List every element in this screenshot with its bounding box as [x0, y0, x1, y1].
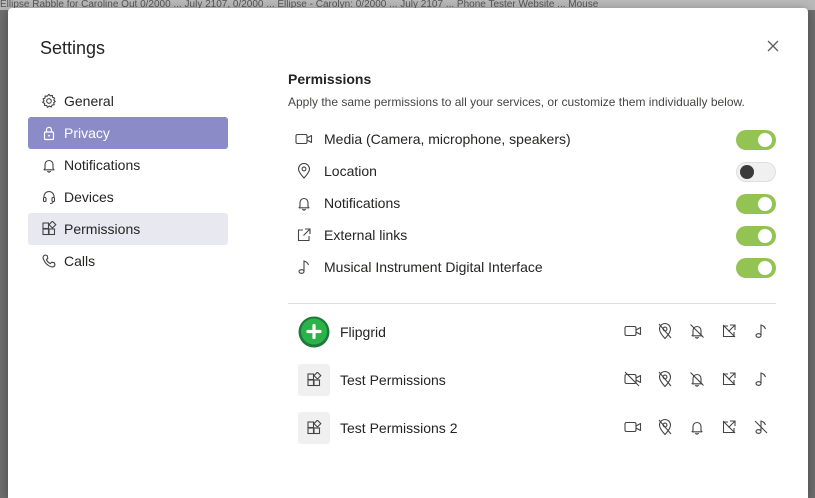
music-note-blocked-icon[interactable]	[750, 416, 772, 438]
sidebar-item-calls[interactable]: Calls	[28, 245, 228, 277]
permission-row-midi: Musical Instrument Digital Interface	[288, 251, 778, 283]
toggle-knob	[758, 197, 772, 211]
external-links-toggle[interactable]	[736, 226, 776, 246]
permission-row-media: Media (Camera, microphone, speakers)	[288, 123, 778, 155]
bell-blocked-icon[interactable]	[686, 320, 708, 342]
location-blocked-icon[interactable]	[654, 368, 676, 390]
settings-dialog: Settings General Privacy Notifications D…	[8, 8, 808, 498]
divider	[288, 303, 776, 304]
gear-icon	[40, 92, 58, 110]
location-toggle[interactable]	[736, 162, 776, 182]
location-icon	[294, 161, 314, 181]
sidebar-item-notifications[interactable]: Notifications	[28, 149, 228, 181]
sidebar-item-permissions[interactable]: Permissions	[28, 213, 228, 245]
close-icon	[767, 40, 779, 52]
bell-blocked-icon[interactable]	[686, 368, 708, 390]
camera-icon[interactable]	[622, 416, 644, 438]
section-title: Permissions	[288, 71, 372, 87]
apps-icon	[298, 364, 330, 396]
close-button[interactable]	[762, 35, 784, 57]
sidebar-item-label: Devices	[64, 189, 114, 205]
lock-icon	[40, 124, 58, 142]
app-list: Flipgrid Test Permissions Test Permissio…	[288, 308, 778, 452]
permission-row-external-links: External links	[288, 219, 778, 251]
external-link-icon	[294, 225, 314, 245]
permission-label: Notifications	[324, 195, 401, 211]
app-name: Test Permissions	[340, 372, 446, 388]
permission-row-location: Location	[288, 155, 778, 187]
bell-icon	[294, 193, 314, 213]
sidebar-item-devices[interactable]: Devices	[28, 181, 228, 213]
toggle-knob	[758, 261, 772, 275]
media-toggle[interactable]	[736, 130, 776, 150]
app-row-flipgrid[interactable]: Flipgrid	[288, 308, 778, 356]
apps-icon	[40, 220, 58, 238]
music-note-icon[interactable]	[750, 368, 772, 390]
music-note-icon	[294, 257, 314, 277]
permission-row-notifications: Notifications	[288, 187, 778, 219]
notifications-toggle[interactable]	[736, 194, 776, 214]
midi-toggle[interactable]	[736, 258, 776, 278]
app-permission-icons	[622, 416, 782, 438]
headset-icon	[40, 188, 58, 206]
apps-icon	[298, 412, 330, 444]
bell-icon	[40, 156, 58, 174]
app-row-test-permissions-2[interactable]: Test Permissions 2	[288, 404, 778, 452]
dialog-title: Settings	[40, 38, 106, 58]
app-row-test-permissions[interactable]: Test Permissions	[288, 356, 778, 404]
toggle-knob	[740, 165, 754, 179]
camera-icon	[294, 129, 314, 149]
app-permission-icons	[622, 320, 782, 342]
bell-icon[interactable]	[686, 416, 708, 438]
location-blocked-icon[interactable]	[654, 416, 676, 438]
sidebar-item-label: Privacy	[64, 125, 110, 141]
camera-blocked-icon[interactable]	[622, 368, 644, 390]
permission-label: Location	[324, 163, 377, 179]
permission-label: Media (Camera, microphone, speakers)	[324, 131, 571, 147]
music-note-icon[interactable]	[750, 320, 772, 342]
section-subtitle: Apply the same permissions to all your s…	[288, 95, 745, 109]
external-link-blocked-icon[interactable]	[718, 368, 740, 390]
sidebar-item-label: Permissions	[64, 221, 141, 237]
external-link-blocked-icon[interactable]	[718, 320, 740, 342]
sidebar-item-privacy[interactable]: Privacy	[28, 117, 228, 149]
location-blocked-icon[interactable]	[654, 320, 676, 342]
sidebar-item-label: Notifications	[64, 157, 141, 173]
permission-label: Musical Instrument Digital Interface	[324, 259, 543, 275]
camera-icon[interactable]	[622, 320, 644, 342]
app-name: Test Permissions 2	[340, 420, 458, 436]
toggle-knob	[758, 229, 772, 243]
phone-icon	[40, 252, 58, 270]
sidebar-item-general[interactable]: General	[28, 85, 228, 117]
toggle-knob	[758, 133, 772, 147]
app-name: Flipgrid	[340, 324, 386, 340]
external-link-blocked-icon[interactable]	[718, 416, 740, 438]
sidebar-item-label: Calls	[64, 253, 96, 269]
permission-label: External links	[324, 227, 408, 243]
permissions-panel: Permissions Apply the same permissions t…	[288, 71, 778, 452]
permission-list: Media (Camera, microphone, speakers) Loc…	[288, 123, 778, 283]
flipgrid-logo	[298, 316, 330, 348]
sidebar-item-label: General	[64, 93, 114, 109]
settings-sidebar: General Privacy Notifications Devices Pe…	[28, 85, 228, 277]
app-permission-icons	[622, 368, 782, 390]
